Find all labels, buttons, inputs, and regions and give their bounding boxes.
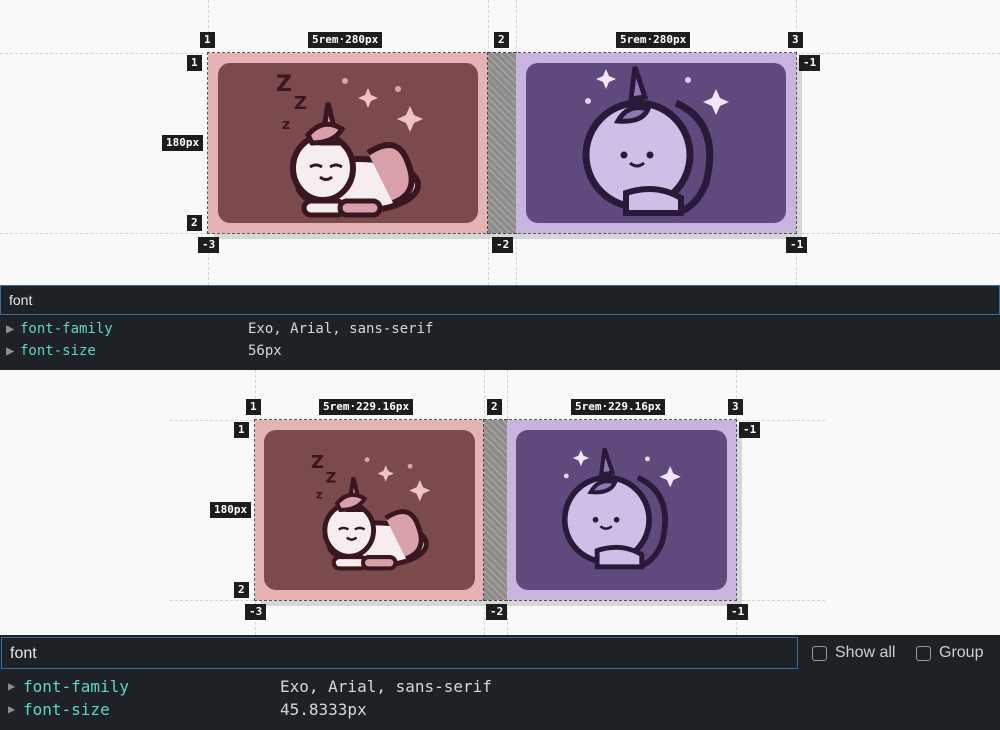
negative-line-badge: -2: [486, 604, 508, 620]
group-checkbox[interactable]: Group: [916, 644, 983, 662]
sitting-unicorn-icon: [561, 447, 681, 570]
grid-gap: [487, 52, 517, 234]
svg-text:z: z: [282, 117, 290, 133]
svg-text:Z: Z: [326, 469, 337, 486]
devtools-computed-top: font ▶ font-family Exo, Arial, sans-seri…: [0, 285, 1000, 370]
negative-line-badge: -3: [198, 237, 220, 253]
column-line-badge: 2: [494, 32, 509, 48]
svg-text:z: z: [316, 488, 323, 502]
grid-preview-bottom: Z Z z 1 2 3 5rem·229.16px 5rem·229.16px …: [0, 370, 1000, 635]
grid-preview-top: Z Z z 1 2 3 5rem·280px 5rem·280px 1 2 18…: [0, 0, 1000, 285]
row-line-badge: 2: [187, 215, 202, 231]
filter-input[interactable]: font: [0, 285, 1000, 315]
group-label: Group: [939, 644, 984, 661]
svg-text:Z: Z: [276, 72, 292, 97]
negative-line-badge: -2: [492, 237, 514, 253]
checkbox-icon[interactable]: [916, 645, 931, 661]
negative-line-badge: -1: [727, 604, 749, 620]
filter-input[interactable]: font: [1, 637, 798, 669]
triangle-right-icon[interactable]: ▶: [6, 321, 14, 337]
column-size-badge: 5rem·280px: [616, 32, 691, 48]
card-right: [516, 430, 727, 590]
negative-line-badge: -1: [739, 422, 761, 438]
negative-line-badge: -1: [799, 55, 821, 71]
column-size-badge: 5rem·229.16px: [319, 399, 414, 415]
sleeping-unicorn-icon: Z Z z: [276, 72, 423, 218]
row-line-badge: 2: [234, 582, 249, 598]
devtools-computed-bottom: font Show all Group ▶ font-family Exo, A…: [0, 635, 1000, 730]
svg-text:Z: Z: [311, 452, 324, 473]
card-left: Z Z z: [264, 430, 475, 590]
negative-line-badge: -1: [786, 237, 808, 253]
column-line-badge: 3: [788, 32, 803, 48]
grid-cell-left: Z Z z: [208, 53, 488, 233]
grid-cell-left: Z Z z: [255, 420, 484, 600]
row-size-badge: 180px: [210, 502, 252, 518]
triangle-right-icon[interactable]: ▶: [8, 679, 15, 693]
property-name: font-family: [23, 677, 129, 696]
property-value: 56px: [248, 343, 282, 359]
sleeping-unicorn-icon: Z Z z: [311, 452, 431, 571]
negative-line-badge: -3: [245, 604, 267, 620]
property-value: Exo, Arial, sans-serif: [280, 677, 492, 696]
triangle-right-icon[interactable]: ▶: [6, 343, 14, 359]
column-size-badge: 5rem·280px: [308, 32, 383, 48]
grid-line: [170, 600, 825, 601]
grid-gap: [483, 419, 508, 601]
row-line-badge: 1: [234, 422, 249, 438]
property-value: 45.8333px: [280, 700, 367, 719]
card-left: Z Z z: [218, 63, 478, 223]
grid-container[interactable]: Z Z z: [254, 419, 737, 601]
svg-text:Z: Z: [294, 93, 307, 114]
column-line-badge: 1: [200, 32, 215, 48]
property-value: Exo, Arial, sans-serif: [248, 321, 434, 337]
grid-cell-right: [507, 420, 736, 600]
column-line-badge: 2: [487, 399, 502, 415]
column-line-badge: 1: [246, 399, 261, 415]
show-all-checkbox[interactable]: Show all: [812, 644, 895, 662]
grid-cell-right: [516, 53, 796, 233]
checkbox-icon[interactable]: [812, 645, 827, 661]
grid-line: [0, 233, 1000, 234]
column-line-badge: 3: [728, 399, 743, 415]
column-size-badge: 5rem·229.16px: [571, 399, 666, 415]
property-name: font-size: [23, 700, 110, 719]
property-name: font-family: [20, 321, 113, 337]
row-line-badge: 1: [187, 55, 202, 71]
card-right: [526, 63, 786, 223]
triangle-right-icon[interactable]: ▶: [8, 702, 15, 716]
row-size-badge: 180px: [162, 135, 204, 151]
grid-container[interactable]: Z Z z: [207, 52, 797, 234]
property-name: font-size: [20, 343, 96, 359]
sitting-unicorn-icon: [582, 66, 729, 217]
show-all-label: Show all: [835, 644, 896, 661]
